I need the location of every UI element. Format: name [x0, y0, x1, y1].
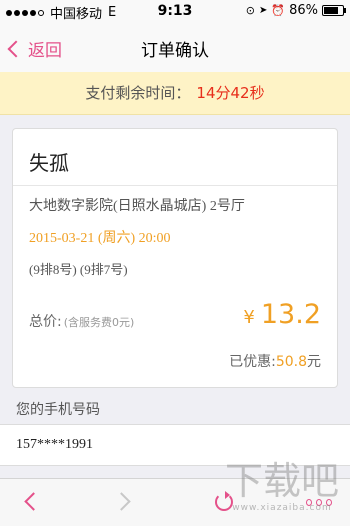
rotation-lock-icon: ⊙	[245, 4, 255, 17]
page-title: 订单确认	[141, 41, 209, 61]
total-label-text: 总价:	[29, 314, 62, 330]
countdown-label: 支付剩余时间：	[85, 84, 191, 102]
watermark-logo: 下载吧 www.xiazaiba.com	[222, 459, 342, 521]
total-price-label: 总价: (含服务费0元)	[29, 311, 134, 331]
showtime: 2015-03-21 (周六) 20:00	[29, 231, 171, 246]
currency-symbol: ¥	[243, 307, 255, 328]
price-amount: 13.2	[260, 299, 321, 330]
movie-title: 失孤	[29, 151, 69, 175]
nav-bar: 返回 订单确认	[0, 22, 350, 73]
alarm-icon: ⏰	[271, 4, 286, 17]
countdown-time: 14分42秒	[196, 84, 265, 102]
battery-percent: 86%	[289, 3, 318, 18]
discount-label: 已优惠:	[229, 354, 276, 370]
payment-countdown-banner: 支付剩余时间： 14分42秒	[0, 72, 350, 115]
watermark-url: www.xiazaiba.com	[232, 503, 332, 513]
location-icon: ➤	[259, 5, 268, 16]
back-icon[interactable]	[18, 489, 44, 515]
forward-icon[interactable]	[112, 489, 138, 515]
service-fee-note: (含服务费0元)	[63, 316, 135, 329]
divider	[13, 185, 337, 186]
discount-unit: 元	[307, 354, 321, 370]
discount-info: 已优惠:50.8元	[229, 351, 321, 371]
phone-label: 您的手机号码	[16, 402, 100, 418]
status-bar: 中国移动 E 9:13 ⊙ ➤ ⏰ 86%	[0, 0, 350, 22]
seat-numbers: (9排8号) (9排7号)	[29, 262, 128, 277]
battery-icon	[322, 5, 346, 16]
total-price: ¥13.2	[243, 299, 321, 330]
status-right: ⊙ ➤ ⏰ 86%	[245, 3, 346, 18]
discount-value: 50.8	[275, 354, 307, 370]
watermark-main: 下载吧	[224, 459, 339, 503]
order-card: 失孤 大地数字影院(日照水晶城店) 2号厅 2015-03-21 (周六) 20…	[12, 128, 338, 388]
cinema-name: 大地数字影院(日照水晶城店) 2号厅	[29, 199, 245, 214]
